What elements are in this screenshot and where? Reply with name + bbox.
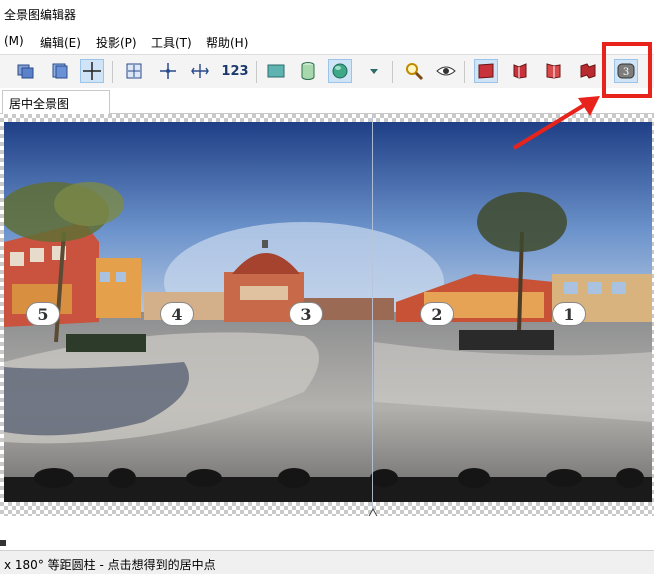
center-icon: [160, 63, 176, 79]
view-flat-button[interactable]: [474, 59, 498, 83]
left-map-icon: [513, 63, 527, 79]
window-title: 全景图编辑器: [4, 8, 77, 22]
numbers-button[interactable]: 123: [220, 59, 250, 83]
title-bar: 全景图编辑器: [0, 0, 654, 28]
status-bar: x 180° 等距圆柱 - 点击想得到的居中点: [0, 550, 654, 574]
right-map-icon: [546, 63, 561, 79]
view-fold-button[interactable]: [576, 59, 600, 83]
control-point-3[interactable]: 3: [289, 302, 323, 326]
menu-file[interactable]: (M): [4, 34, 24, 48]
status-marker: [0, 540, 6, 546]
zoom-button[interactable]: [402, 59, 426, 83]
control-point-5[interactable]: 5: [26, 302, 60, 326]
control-point-4[interactable]: 4: [160, 302, 194, 326]
projection-dropdown-button[interactable]: [362, 59, 386, 83]
layers-icon: [52, 63, 68, 79]
stretch-button[interactable]: [188, 59, 212, 83]
fit-button[interactable]: [122, 59, 146, 83]
images-button[interactable]: [14, 59, 38, 83]
status-text: x 180° 等距圆柱 - 点击想得到的居中点: [4, 558, 216, 572]
menu-projection[interactable]: 投影(P): [96, 34, 137, 51]
tab-center-panorama[interactable]: 居中全景图: [2, 90, 110, 114]
panorama-preview[interactable]: 5 4 3 2 1: [4, 122, 652, 502]
layers-button[interactable]: [48, 59, 72, 83]
control-point-2[interactable]: 2: [420, 302, 454, 326]
view-right-button[interactable]: [542, 59, 566, 83]
images-icon: [17, 64, 34, 79]
rectilinear-icon: [267, 64, 285, 78]
chevron-down-icon: [370, 69, 378, 74]
toolbar: 123 3: [0, 54, 654, 88]
flat-map-icon: [478, 63, 494, 79]
center-guide-line[interactable]: [372, 116, 373, 514]
menu-help[interactable]: 帮助(H): [206, 34, 248, 51]
magnifier-icon: [406, 63, 424, 81]
control-point-1[interactable]: 1: [552, 302, 586, 326]
center-button[interactable]: [156, 59, 180, 83]
stretch-icon: [191, 64, 209, 78]
cylinder-button[interactable]: [296, 59, 320, 83]
highlight-box: [602, 42, 652, 98]
cylinder-icon: [301, 62, 315, 80]
menu-tools[interactable]: 工具(T): [151, 34, 192, 51]
sphere-icon: [332, 63, 348, 79]
crosshair-button[interactable]: [80, 59, 104, 83]
annotation-arrow-icon: [512, 96, 600, 150]
canvas-margin: [0, 516, 654, 538]
fold-map-icon: [580, 63, 596, 79]
menu-edit[interactable]: 编辑(E): [40, 34, 81, 51]
crosshair-icon: [83, 62, 101, 80]
rectilinear-button[interactable]: [264, 59, 288, 83]
preview-button[interactable]: [434, 59, 458, 83]
menu-bar: (M) 编辑(E) 投影(P) 工具(T) 帮助(H): [0, 32, 654, 52]
fit-icon: [126, 63, 142, 79]
view-left-button[interactable]: [508, 59, 532, 83]
sphere-button[interactable]: [328, 59, 352, 83]
eye-icon: [436, 66, 456, 76]
